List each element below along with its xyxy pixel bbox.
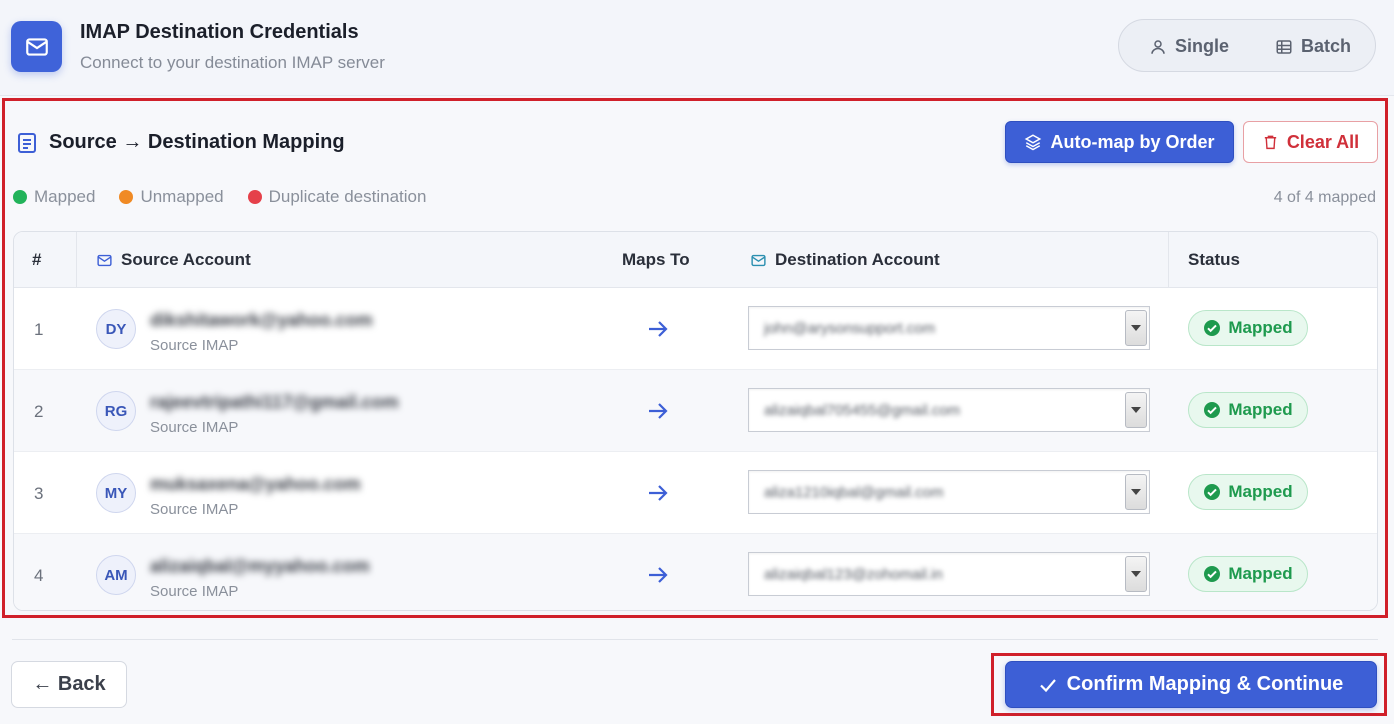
status-label: Mapped [1228,564,1293,583]
source-email: alizaiqbal@myyahoo.com [150,556,370,576]
status-label: Mapped [1228,400,1293,419]
avatar: MY [96,473,136,513]
source-email: dikshitawork@yahoo.com [150,310,373,330]
arrow-right-icon [649,403,668,419]
auto-map-label: Auto-map by Order [1050,131,1215,152]
source-email: muksaxena@yahoo.com [150,474,361,494]
check-circle-icon [1204,484,1221,500]
legend-unmapped: Unmapped [119,187,224,207]
destination-select[interactable]: alizaiqbal123@zohomail.in [748,552,1150,596]
header-maps-to: Maps To [622,250,690,269]
header-status: Status [1188,250,1240,269]
page-header: IMAP Destination Credentials Connect to … [0,0,1394,96]
row-number: 2 [34,402,44,421]
mail-icon [11,21,62,72]
page-title: IMAP Destination Credentials [80,21,359,43]
row-number: 3 [34,484,44,503]
arrow-right-icon [649,485,668,501]
source-type: Source IMAP [150,419,239,436]
mail-icon [751,254,766,266]
row-number: 1 [34,320,44,339]
avatar: DY [96,309,136,349]
mode-toggle: Single Batch [1118,19,1376,72]
mapping-table: # Source Account Maps To Destination Acc… [13,231,1378,611]
arrow-right-icon [649,321,668,337]
destination-value: aliza1210iqbal@gmail.com [764,484,944,501]
status-label: Mapped [1228,318,1293,337]
chevron-down-icon[interactable] [1125,392,1147,428]
check-circle-icon [1204,320,1221,336]
chevron-down-icon[interactable] [1125,310,1147,346]
unmapped-dot-icon [119,190,134,204]
confirm-mapping-label: Confirm Mapping & Continue [1066,673,1344,695]
legend-duplicate-label: Duplicate destination [268,187,427,206]
table-row: 4 AM alizaiqbal@myyahoo.com Source IMAP … [14,534,1377,610]
mapping-title: Source → Destination Mapping [49,131,345,153]
mapped-count: 4 of 4 mapped [1273,189,1376,206]
legend-mapped-label: Mapped [34,187,96,206]
mode-single-label: Single [1175,36,1230,56]
table-row: 1 DY dikshitawork@yahoo.com Source IMAP … [14,288,1377,370]
destination-select[interactable]: john@arysonsupport.com [748,306,1150,350]
source-email: rajeevtripathi117@gmail.com [150,392,399,412]
clear-all-button[interactable]: Clear All [1243,121,1378,163]
status-label: Mapped [1228,482,1293,501]
mail-icon [97,254,112,266]
check-circle-icon [1204,566,1221,582]
table-icon [1276,39,1292,54]
header-num: # [32,250,42,269]
destination-select[interactable]: alizaiqbal705455@gmail.com [748,388,1150,432]
destination-value: alizaiqbal123@zohomail.in [764,566,943,583]
row-number: 4 [34,566,44,585]
source-type: Source IMAP [150,583,239,600]
footer-divider [12,639,1378,640]
legend-duplicate: Duplicate destination [247,187,427,207]
header-source-label: Source Account [121,250,251,269]
avatar: RG [96,391,136,431]
document-icon [18,133,36,153]
check-circle-icon [1204,402,1221,418]
check-icon [1039,678,1056,692]
status-legend: Mapped Unmapped Duplicate destination [13,187,426,207]
layers-icon [1025,134,1042,151]
mode-single-button[interactable]: Single [1149,36,1229,57]
user-icon [1151,39,1165,54]
clear-all-label: Clear All [1286,131,1360,152]
destination-value: alizaiqbal705455@gmail.com [764,402,961,419]
source-type: Source IMAP [150,501,239,518]
arrow-right-icon [649,567,668,583]
page-subtitle: Connect to your destination IMAP server [80,53,385,72]
status-badge: Mapped [1188,474,1308,510]
status-badge: Mapped [1188,556,1308,592]
source-type: Source IMAP [150,337,239,354]
header-source: Source Account [96,250,251,270]
trash-icon [1264,135,1276,150]
confirm-mapping-button[interactable]: Confirm Mapping & Continue [1005,661,1377,708]
header-destination: Destination Account [750,250,940,270]
status-badge: Mapped [1188,392,1308,428]
mapped-dot-icon [13,190,27,204]
destination-select[interactable]: aliza1210iqbal@gmail.com [748,470,1150,514]
back-button[interactable]: ← Back [11,661,127,708]
chevron-down-icon[interactable] [1125,474,1147,510]
chevron-down-icon[interactable] [1125,556,1147,592]
avatar: AM [96,555,136,595]
status-badge: Mapped [1188,310,1308,346]
table-header: # Source Account Maps To Destination Acc… [14,232,1377,288]
mapping-panel: Source → Destination Mapping Auto-map by… [2,98,1388,618]
legend-unmapped-label: Unmapped [140,187,224,206]
legend-mapped: Mapped [13,187,95,207]
auto-map-button[interactable]: Auto-map by Order [1005,121,1234,163]
mode-batch-label: Batch [1301,36,1352,56]
duplicate-dot-icon [247,190,262,204]
table-row: 3 MY muksaxena@yahoo.com Source IMAP ali… [14,452,1377,534]
mode-batch-button[interactable]: Batch [1275,36,1351,57]
header-destination-label: Destination Account [775,250,940,269]
table-row: 2 RG rajeevtripathi117@gmail.com Source … [14,370,1377,452]
destination-value: john@arysonsupport.com [764,320,936,337]
